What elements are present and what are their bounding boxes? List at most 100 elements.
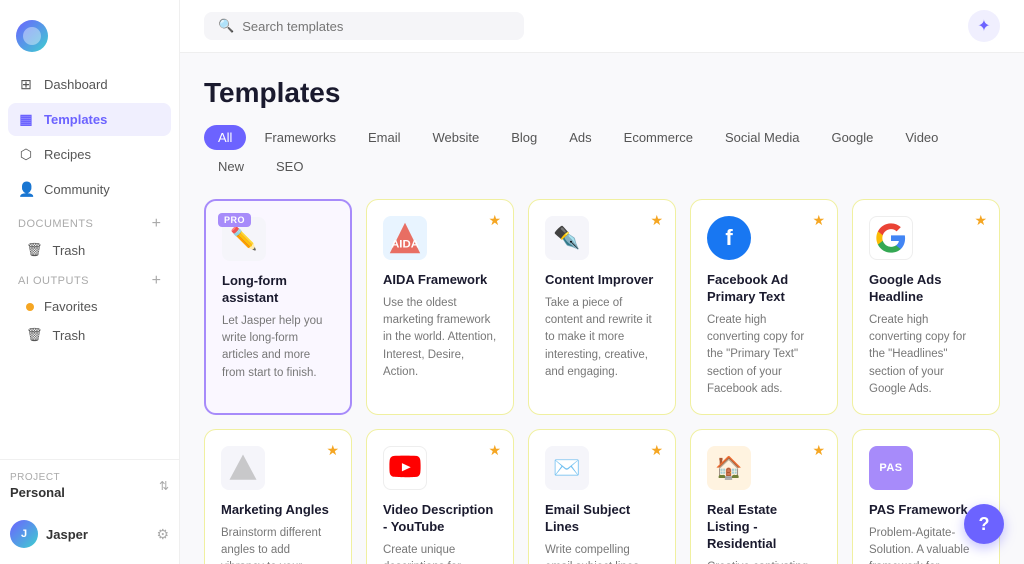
template-card-real-estate[interactable]: ★ 🏠 Real Estate Listing - Residential Creat… <box>690 429 838 564</box>
template-card-pas[interactable]: PASPAS FrameworkProblem-Agitate-Solution… <box>852 429 1000 564</box>
project-chevron-icon[interactable]: ⇅ <box>159 479 169 493</box>
card-desc: Brainstorm different angles to add vibra… <box>221 525 335 564</box>
ai-outputs-section-header: AI outputs + <box>8 265 171 293</box>
content-area: Templates AllFrameworksEmailWebsiteBlogA… <box>180 53 1024 564</box>
card-icon <box>221 446 265 490</box>
dashboard-icon: ⊞ <box>18 76 34 93</box>
template-card-marketing-angles[interactable]: ★Marketing AnglesBrainstorm different an… <box>204 429 352 564</box>
recipes-icon: ⬡ <box>18 146 34 163</box>
card-icon: 🏠 <box>707 446 751 490</box>
star-icon: ★ <box>812 442 825 459</box>
card-desc: Use the oldest marketing framework in th… <box>383 295 497 381</box>
filter-tabs: AllFrameworksEmailWebsiteBlogAdsEcommerc… <box>204 125 1000 179</box>
card-title: Real Estate Listing - Residential <box>707 502 821 553</box>
filter-tab-seo[interactable]: SEO <box>262 154 317 179</box>
sidebar-item-dashboard[interactable]: ⊞ Dashboard <box>8 68 171 101</box>
card-icon <box>383 446 427 490</box>
card-title: Facebook Ad Primary Text <box>707 272 821 306</box>
card-title: Long-form assistant <box>222 273 334 307</box>
card-icon: AIDA <box>383 216 427 260</box>
user-row: J Jasper ⚙ <box>0 512 179 552</box>
sidebar-item-recipes[interactable]: ⬡ Recipes <box>8 138 171 171</box>
sidebar-item-label: Templates <box>44 112 107 127</box>
pro-badge: PRO <box>218 213 251 227</box>
star-icon: ★ <box>812 212 825 229</box>
search-icon: 🔍 <box>218 18 234 34</box>
card-title: Email Subject Lines <box>545 502 659 536</box>
filter-tab-blog[interactable]: Blog <box>497 125 551 150</box>
filter-tab-social-media[interactable]: Social Media <box>711 125 813 150</box>
search-input[interactable] <box>242 19 510 34</box>
add-ai-output-button[interactable]: + <box>152 273 161 289</box>
documents-section-header: Documents + <box>8 208 171 236</box>
filter-tab-frameworks[interactable]: Frameworks <box>250 125 350 150</box>
card-desc: Write compelling email subject lines tha… <box>545 542 659 564</box>
topbar-right: ✦ <box>968 10 1000 42</box>
template-card-fb-ad[interactable]: ★ f Facebook Ad Primary Text Create high co… <box>690 199 838 415</box>
favorites-dot-icon <box>26 303 34 311</box>
topbar: 🔍 ✦ <box>180 0 1024 53</box>
sidebar-item-favorites[interactable]: Favorites <box>8 293 171 320</box>
template-card-content-improver[interactable]: ★✒️Content ImproverTake a piece of conte… <box>528 199 676 415</box>
sidebar-item-label: Favorites <box>44 299 97 314</box>
ai-outputs-label: AI outputs <box>18 275 89 287</box>
star-icon: ★ <box>326 442 339 459</box>
card-title: Google Ads Headline <box>869 272 983 306</box>
card-desc: Take a piece of content and rewrite it t… <box>545 295 659 381</box>
filter-tab-all[interactable]: All <box>204 125 246 150</box>
main-content: 🔍 ✦ Templates AllFrameworksEmailWebsiteB… <box>180 0 1024 564</box>
card-icon: PAS <box>869 446 913 490</box>
help-button[interactable]: ? <box>964 504 1004 544</box>
project-row: PROJECT Personal ⇅ <box>10 472 169 500</box>
template-card-long-form[interactable]: PRO✏️Long-form assistantLet Jasper help … <box>204 199 352 415</box>
community-icon: 👤 <box>18 181 34 198</box>
sidebar-item-templates[interactable]: ▦ Templates <box>8 103 171 136</box>
card-desc: Create high converting copy for the "Pri… <box>707 312 821 398</box>
settings-icon[interactable]: ⚙ <box>156 526 169 543</box>
filter-tab-ads[interactable]: Ads <box>555 125 605 150</box>
sidebar-item-ai-trash[interactable]: 🗑 Trash <box>8 321 171 349</box>
app-logo <box>16 20 48 52</box>
project-info: PROJECT Personal <box>10 472 65 500</box>
card-icon: f <box>707 216 751 260</box>
card-desc: Let Jasper help you write long-form arti… <box>222 313 334 382</box>
user-name-label: Jasper <box>46 527 148 542</box>
star-icon: ★ <box>974 212 987 229</box>
template-card-email-subject[interactable]: ★✉️Email Subject LinesWrite compelling e… <box>528 429 676 564</box>
sidebar-item-community[interactable]: 👤 Community <box>8 173 171 206</box>
template-card-video-desc[interactable]: ★ Video Description - YouTube Create uniqu… <box>366 429 514 564</box>
star-icon: ★ <box>488 442 501 459</box>
filter-tab-new[interactable]: New <box>204 154 258 179</box>
template-grid: PRO✏️Long-form assistantLet Jasper help … <box>204 199 1000 564</box>
add-document-button[interactable]: + <box>152 216 161 232</box>
filter-tab-website[interactable]: Website <box>418 125 493 150</box>
sidebar-bottom: PROJECT Personal ⇅ <box>0 459 179 512</box>
card-title: Video Description - YouTube <box>383 502 497 536</box>
card-icon: ✉️ <box>545 446 589 490</box>
sidebar-item-label: Trash <box>53 243 86 258</box>
sidebar-item-label: Community <box>44 182 110 197</box>
add-template-button[interactable]: ✦ <box>968 10 1000 42</box>
sidebar-item-trash[interactable]: 🗑 Trash <box>8 236 171 264</box>
main-nav: ⊞ Dashboard ▦ Templates ⬡ Recipes 👤 Comm… <box>0 68 179 459</box>
project-section-label: PROJECT <box>10 472 65 483</box>
card-desc: Creative captivating real estate listing… <box>707 559 821 564</box>
documents-label: Documents <box>18 218 93 230</box>
template-card-aida[interactable]: ★ AIDA AIDA FrameworkUse the oldest mark… <box>366 199 514 415</box>
card-title: Content Improver <box>545 272 659 289</box>
filter-tab-google[interactable]: Google <box>817 125 887 150</box>
star-icon: ★ <box>488 212 501 229</box>
card-desc: Create unique descriptions for Youtube v… <box>383 542 497 564</box>
sidebar-item-label: Trash <box>53 328 86 343</box>
avatar: J <box>10 520 38 548</box>
filter-tab-ecommerce[interactable]: Ecommerce <box>610 125 707 150</box>
search-wrap: 🔍 <box>204 12 524 40</box>
card-icon <box>869 216 913 260</box>
template-card-google-ads[interactable]: ★ Google Ads Headline Create high converti… <box>852 199 1000 415</box>
sidebar-item-label: Dashboard <box>44 77 108 92</box>
filter-tab-video[interactable]: Video <box>891 125 952 150</box>
svg-text:AIDA: AIDA <box>391 239 419 251</box>
filter-tab-email[interactable]: Email <box>354 125 415 150</box>
card-desc: Create high converting copy for the "Hea… <box>869 312 983 398</box>
logo-area <box>0 12 179 68</box>
